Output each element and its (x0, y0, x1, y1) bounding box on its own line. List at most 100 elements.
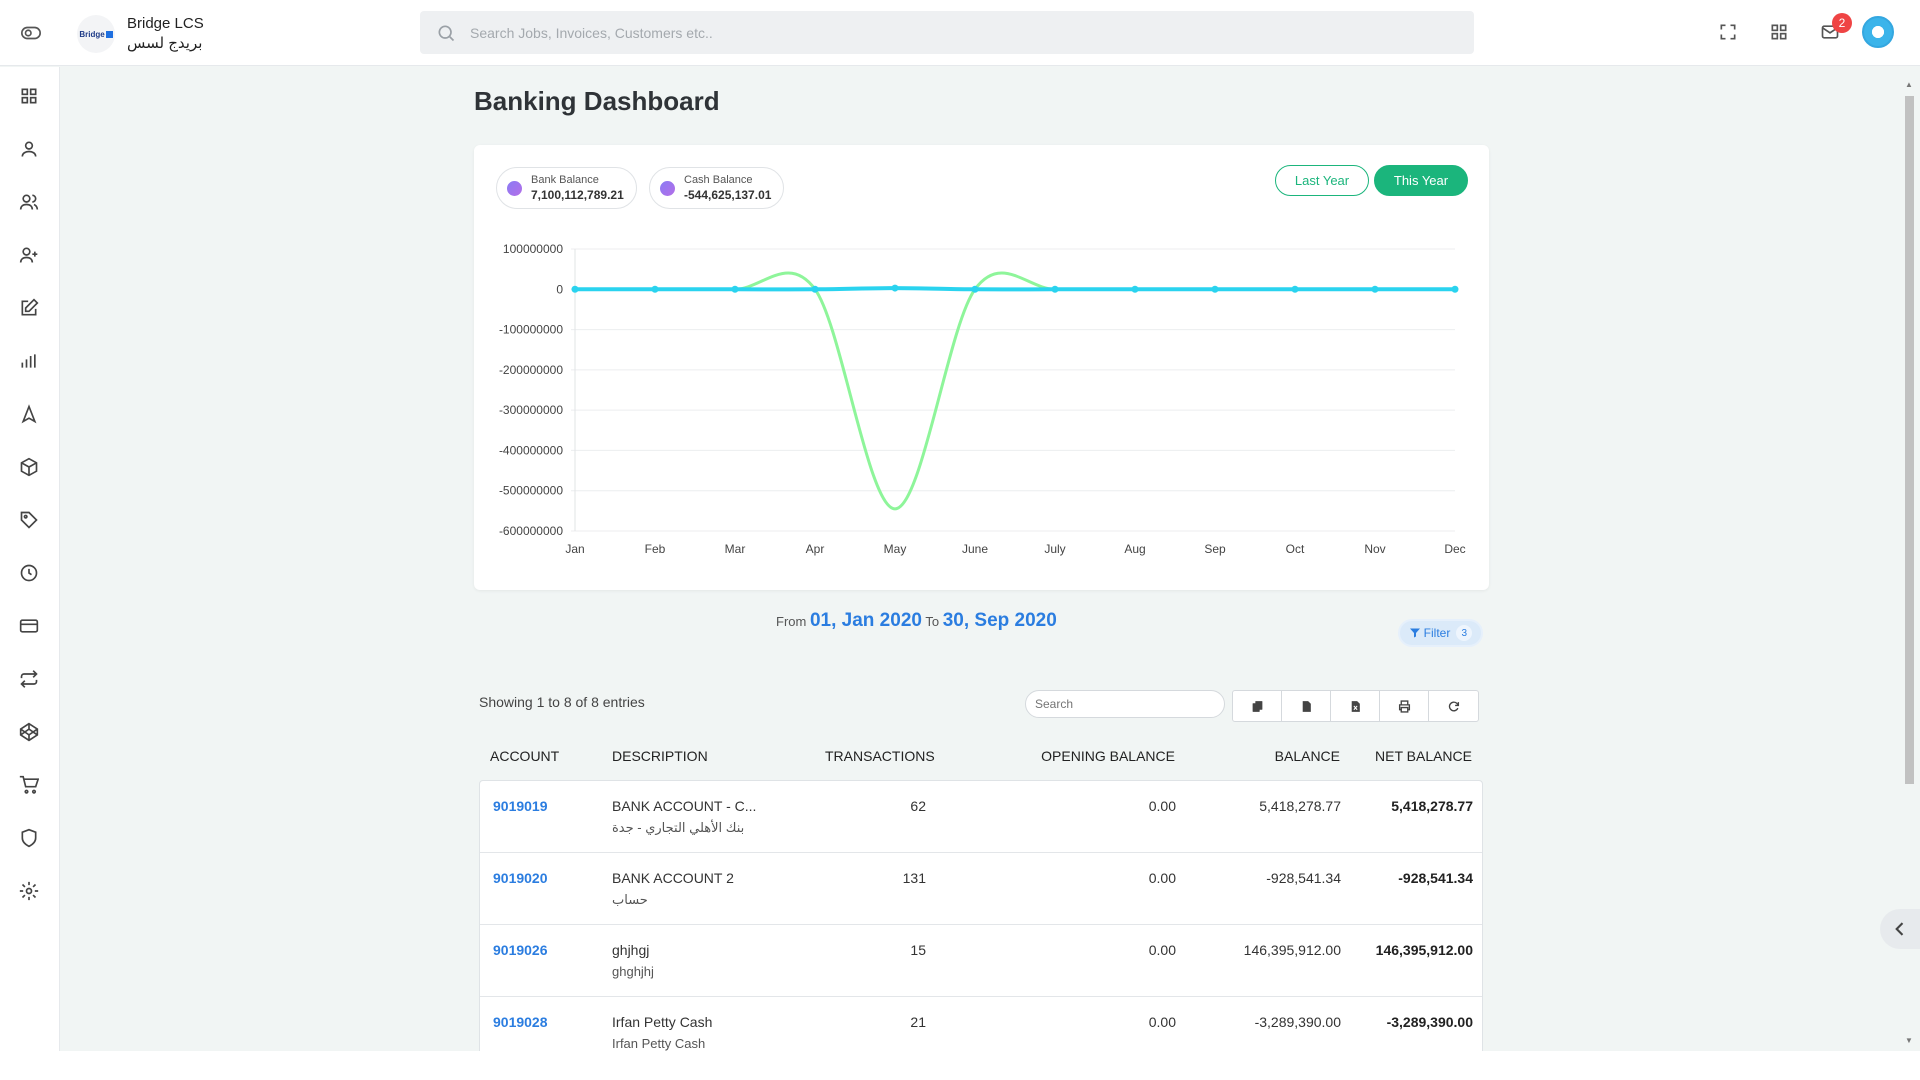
filter-count-badge: 3 (1456, 625, 1473, 641)
logo-text: Bridge (79, 29, 105, 39)
users-icon[interactable] (19, 192, 41, 214)
transactions: 21 (910, 1014, 926, 1030)
clock-icon[interactable] (19, 563, 41, 585)
brand-logo[interactable]: Bridge Bridge LCS بريدج لسس (77, 14, 204, 54)
chevron-left-icon (1895, 922, 1904, 936)
y-tick-label: -200000000 (499, 363, 563, 377)
table-row[interactable]: 9019026 ghjhgj ghghjhj 15 0.00 146,395,9… (480, 925, 1482, 997)
table-search-input[interactable] (1025, 690, 1225, 718)
column-header[interactable]: OPENING BALANCE (1015, 748, 1175, 764)
account-link[interactable]: 9019019 (493, 798, 548, 814)
settings-icon[interactable] (19, 881, 41, 903)
sidebar (0, 67, 60, 1051)
x-tick-label: Mar (725, 542, 746, 556)
from-date: 01, Jan 2020 (809, 610, 922, 631)
opening-balance: 0.00 (1148, 942, 1176, 958)
legend-cash-balance[interactable]: Cash Balance -544,625,137.01 (649, 167, 785, 209)
x-tick-label: Sep (1204, 542, 1226, 556)
repeat-icon[interactable] (19, 669, 41, 691)
x-tick-label: Dec (1444, 542, 1465, 556)
column-header[interactable]: NET BALANCE (1337, 748, 1472, 764)
page-scrollbar[interactable]: ▲ ▼ (1903, 80, 1915, 1050)
transactions: 15 (910, 942, 926, 958)
credit-card-icon[interactable] (19, 616, 41, 638)
table-toolbar (1232, 690, 1479, 722)
x-tick-label: May (884, 542, 907, 556)
eye-icon[interactable] (20, 22, 46, 44)
refresh-button[interactable] (1429, 691, 1478, 721)
legend-value: 7,100,112,789.21 (531, 188, 624, 202)
panel-toggle-button[interactable] (1880, 909, 1920, 949)
y-tick-label: -500000000 (499, 484, 563, 498)
csv-button[interactable] (1282, 691, 1331, 721)
cart-icon[interactable] (19, 775, 41, 797)
account-link[interactable]: 9019028 (493, 1014, 548, 1030)
bank-balance-point (891, 284, 899, 292)
copy-icon (1252, 700, 1262, 712)
column-header[interactable]: ACCOUNT (490, 748, 559, 764)
x-tick-label: Apr (806, 542, 825, 556)
table-body: 9019019 BANK ACCOUNT - C... بنك الأهلي ا… (479, 780, 1483, 1051)
y-tick-label: -400000000 (499, 443, 563, 457)
y-tick-label: -300000000 (499, 403, 563, 417)
global-search-input[interactable] (470, 24, 1430, 41)
scroll-up-icon[interactable]: ▲ (1903, 80, 1915, 92)
shield-icon[interactable] (19, 828, 41, 850)
edit-icon[interactable] (19, 298, 41, 320)
column-header[interactable]: DESCRIPTION (612, 748, 708, 764)
to-date: 30, Sep 2020 (942, 610, 1057, 631)
x-tick-label: Jan (565, 542, 584, 556)
net-balance: 146,395,912.00 (1375, 942, 1473, 958)
tag-icon[interactable] (19, 510, 41, 532)
bank-balance-point (1291, 285, 1299, 293)
table-row[interactable]: 9019028 Irfan Petty Cash Irfan Petty Cas… (480, 997, 1482, 1051)
avatar[interactable] (1862, 16, 1894, 48)
excel-button[interactable] (1331, 691, 1380, 721)
net-balance: 5,418,278.77 (1391, 798, 1473, 814)
legend-bank-balance[interactable]: Bank Balance 7,100,112,789.21 (496, 167, 637, 209)
last-year-button[interactable]: Last Year (1275, 165, 1369, 196)
transactions: 62 (910, 798, 926, 814)
scroll-down-icon[interactable]: ▼ (1903, 1036, 1915, 1048)
table-row[interactable]: 9019019 BANK ACCOUNT - C... بنك الأهلي ا… (480, 781, 1482, 853)
bank-balance-point (1451, 285, 1459, 293)
this-year-button[interactable]: This Year (1374, 165, 1468, 196)
opening-balance: 0.00 (1148, 1014, 1176, 1030)
x-tick-label: Nov (1364, 542, 1385, 556)
user-icon[interactable] (19, 139, 41, 161)
table-row[interactable]: 9019020 BANK ACCOUNT 2 حساب 131 0.00 -92… (480, 853, 1482, 925)
account-link[interactable]: 9019026 (493, 942, 548, 958)
description-sub: ghghjhj (612, 964, 654, 979)
logo-badge: Bridge (77, 15, 115, 53)
copy-button[interactable] (1233, 691, 1282, 721)
column-header[interactable]: BALANCE (1220, 748, 1340, 764)
print-button[interactable] (1380, 691, 1429, 721)
to-label: To (925, 614, 940, 629)
description-sub: Irfan Petty Cash (612, 1036, 706, 1051)
filter-button[interactable]: Filter 3 (1398, 619, 1483, 647)
scroll-thumb[interactable] (1905, 96, 1914, 784)
account-link[interactable]: 9019020 (493, 870, 548, 886)
filter-label: Filter (1423, 626, 1451, 640)
bank-balance-point (731, 285, 739, 293)
codepen-icon[interactable] (19, 722, 41, 744)
entries-info: Showing 1 to 8 of 8 entries (479, 694, 645, 710)
from-label: From (776, 614, 807, 629)
user-plus-icon[interactable] (19, 245, 41, 267)
bank-balance-point (571, 285, 579, 293)
navigation-icon[interactable] (19, 404, 41, 426)
notification-badge: 2 (1832, 13, 1852, 33)
excel-file-icon (1351, 700, 1360, 712)
description-sub: حساب (612, 892, 648, 907)
apps-grid-icon[interactable] (1769, 22, 1791, 44)
refresh-icon (1448, 700, 1460, 711)
transactions: 131 (902, 870, 926, 886)
package-icon[interactable] (19, 457, 41, 479)
global-search[interactable] (420, 11, 1474, 54)
bar-chart-icon[interactable] (19, 351, 41, 373)
cash-balance-line (573, 271, 1457, 511)
brand-name-ar: بريدج لسس (127, 35, 203, 52)
dashboard-icon[interactable] (19, 86, 41, 108)
fullscreen-icon[interactable] (1718, 22, 1740, 44)
column-header[interactable]: TRANSACTIONS (825, 748, 935, 764)
